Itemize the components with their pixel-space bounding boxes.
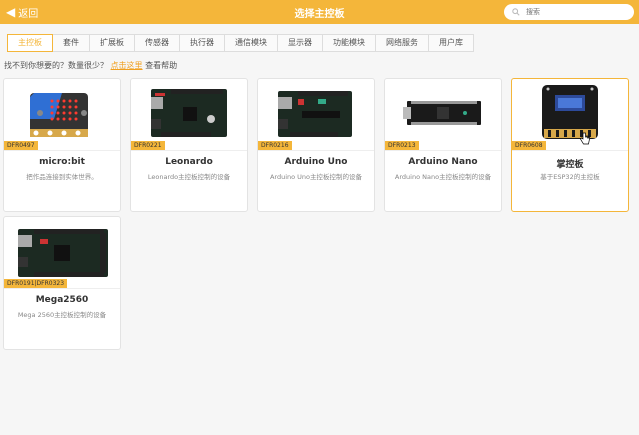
card-divider [4, 288, 120, 289]
card-divider [512, 150, 628, 151]
handpy-board-image [512, 79, 628, 149]
board-name: Arduino Nano [408, 157, 478, 167]
help-link[interactable]: 点击这里 [111, 61, 143, 70]
tab-expansion-board[interactable]: 扩展板 [90, 34, 135, 52]
help-suffix: 查看帮助 [145, 61, 178, 70]
mega2560-board-image [4, 217, 120, 287]
arduino-nano-board-image [385, 79, 501, 149]
card-divider [258, 150, 374, 151]
board-description: Arduino Uno主控板控制的设备 [269, 173, 363, 181]
category-tabs: 主控板 套件 扩展板 传感器 执行器 通信模块 显示器 功能模块 网络服务 用户… [7, 34, 474, 52]
help-prefix: 找不到你想要的？数量很少？ [4, 61, 108, 70]
search-icon [512, 8, 520, 16]
product-code-tag: DFR0216 [258, 141, 292, 150]
tab-main-board[interactable]: 主控板 [7, 34, 53, 52]
board-card-arduino-nano[interactable]: DFR0213 Arduino Nano Arduino Nano主控板控制的设… [384, 78, 502, 212]
microbit-board-image [4, 79, 120, 149]
hand-cursor-icon [580, 132, 590, 145]
card-divider [385, 150, 501, 151]
arduino-uno-board-image [258, 79, 374, 149]
board-description: Arduino Nano主控板控制的设备 [394, 173, 492, 181]
tab-user-library[interactable]: 用户库 [429, 34, 474, 52]
board-card-mega2560[interactable]: DFR0191|DFR0323 Mega2560 Mega 2560主控板控制的… [3, 216, 121, 350]
board-card-microbit[interactable]: DFR0497 micro:bit 把作品连接到实体世界。 [3, 78, 121, 212]
board-description: 把作品连接到实体世界。 [26, 173, 98, 181]
board-name: Leonardo [165, 157, 213, 167]
board-name: Mega2560 [35, 295, 89, 305]
product-code-tag: DFR0608 [512, 141, 546, 150]
tab-kit[interactable]: 套件 [53, 34, 90, 52]
tab-actuator[interactable]: 执行器 [180, 34, 225, 52]
board-description: 基于ESP32的主控板 [540, 173, 600, 181]
top-bar: ◀ 返回 选择主控板 [0, 0, 639, 24]
board-card-arduino-uno[interactable]: DFR0216 Arduino Uno Arduino Uno主控板控制的设备 [257, 78, 375, 212]
search-box[interactable] [504, 4, 634, 20]
tab-sensor[interactable]: 传感器 [135, 34, 180, 52]
product-code-tag: DFR0497 [4, 141, 38, 150]
board-description: Leonardo主控板控制的设备 [147, 173, 231, 181]
board-name: Arduino Uno [284, 157, 348, 167]
search-input[interactable] [526, 8, 626, 16]
board-card-handpy[interactable]: DFR0608 掌控板 基于ESP32的主控板 [511, 78, 629, 212]
product-code-tag: DFR0191|DFR0323 [4, 279, 68, 288]
tab-network-service[interactable]: 网络服务 [376, 34, 429, 52]
card-divider [131, 150, 247, 151]
board-name: 掌控板 [556, 160, 584, 170]
board-card-leonardo[interactable]: DFR0221 Leonardo Leonardo主控板控制的设备 [130, 78, 248, 212]
tab-communication[interactable]: 通信模块 [225, 34, 278, 52]
help-text: 找不到你想要的？数量很少？ 点击这里 查看帮助 [4, 60, 177, 71]
product-code-tag: DFR0213 [385, 141, 419, 150]
board-name: micro:bit [39, 157, 85, 167]
card-divider [4, 150, 120, 151]
leonardo-board-image [131, 79, 247, 149]
tab-display[interactable]: 显示器 [278, 34, 323, 52]
product-code-tag: DFR0221 [131, 141, 165, 150]
tab-function-module[interactable]: 功能模块 [323, 34, 376, 52]
board-description: Mega 2560主控板控制的设备 [17, 311, 107, 319]
